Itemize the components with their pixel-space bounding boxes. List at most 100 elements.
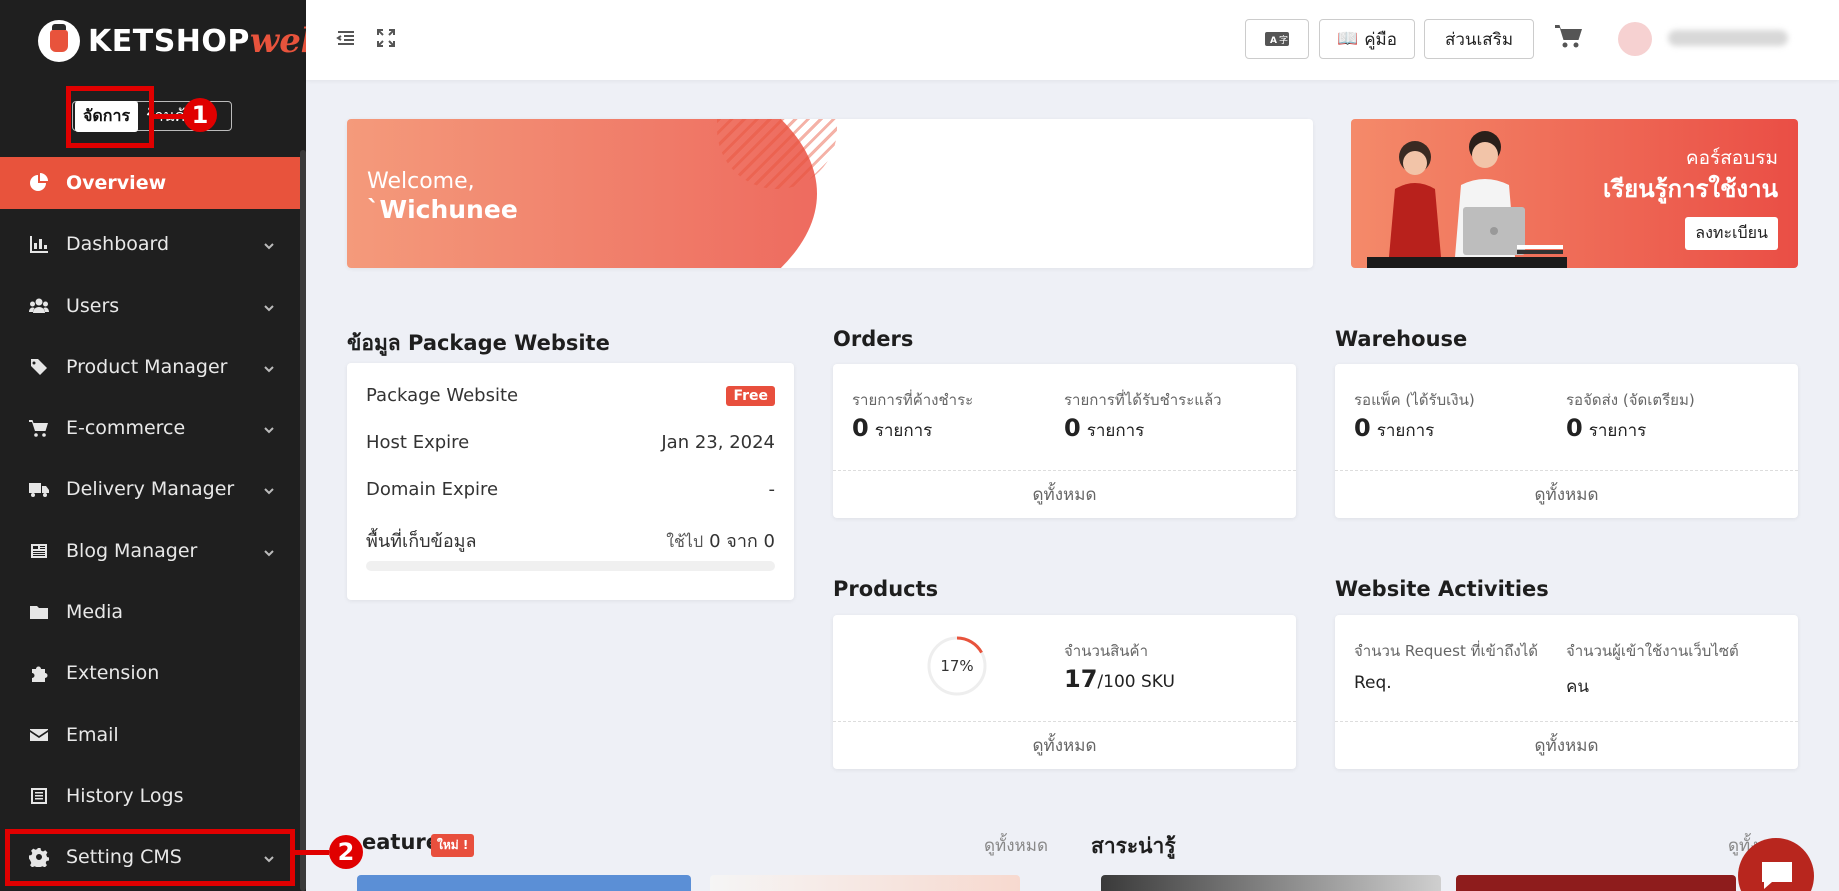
storage-progress-bar [366, 561, 775, 571]
users-icon [28, 295, 50, 317]
book-icon: 📖 [1337, 29, 1359, 49]
warehouse-packing-value: 0 รายการ [1354, 414, 1434, 444]
products-count-suffix: /100 SKU [1097, 672, 1175, 692]
knowledge-section-title: สาระน่ารู้ [1091, 834, 1176, 858]
sidebar-item-label: Product Manager [66, 355, 228, 378]
sidebar-menu: Overview Dashboard Users Product Manager… [0, 157, 300, 891]
chevron-down-icon [262, 481, 276, 495]
fullscreen-icon[interactable] [376, 28, 398, 50]
sidebar-item-history-logs[interactable]: History Logs [0, 770, 300, 822]
storage-used-prefix: ใช้ไป [666, 532, 704, 551]
sidebar-scrollbar[interactable] [300, 150, 306, 891]
highlight-box-step1 [66, 86, 154, 148]
warehouse-shipping-value: 0 รายการ [1566, 414, 1646, 444]
knowledge-thumbnail-1[interactable] [1101, 875, 1441, 891]
sidebar-item-dashboard[interactable]: Dashboard [0, 218, 300, 270]
warehouse-view-all-link[interactable]: ดูทั้งหมด [1335, 470, 1798, 518]
orders-pending-label: รายการที่ค้างชำระ [852, 391, 974, 409]
activities-view-all-link[interactable]: ดูทั้งหมด [1335, 721, 1798, 769]
addon-label: ส่วนเสริม [1444, 29, 1514, 50]
storage-value: 0 จาก 0 [709, 531, 775, 552]
logo-cup-icon [38, 20, 80, 62]
sidebar-item-product-manager[interactable]: Product Manager [0, 341, 300, 393]
warehouse-packing-count: 0 [1354, 414, 1371, 442]
package-row: Package Website Free [366, 385, 775, 406]
course-subtitle: เรียนรู้การใช้งาน [1603, 175, 1778, 203]
activities-request-value: Req. [1354, 673, 1392, 693]
sidebar-item-users[interactable]: Users [0, 280, 300, 332]
user-name-blurred[interactable] [1668, 30, 1788, 46]
highlight-box-step2 [5, 829, 295, 886]
feature-section-title: eature [362, 830, 441, 854]
orders-view-all-link[interactable]: ดูทั้งหมด [833, 470, 1296, 518]
warehouse-section-title: Warehouse [1335, 327, 1468, 351]
topbar: A字 📖 คู่มือ ส่วนเสริม [306, 0, 1839, 80]
chevron-down-icon [262, 543, 276, 557]
addon-button[interactable]: ส่วนเสริม [1424, 19, 1534, 59]
domain-expire-value: - [768, 479, 776, 500]
people-illustration [1367, 131, 1567, 268]
shopping-cart-icon[interactable] [1555, 22, 1585, 52]
storage-value-wrap: ใช้ไป 0 จาก 0 [666, 526, 775, 555]
warehouse-packing-label: รอแพ็ค (ได้รับเงิน) [1354, 391, 1475, 409]
sidebar-item-label: History Logs [66, 784, 184, 807]
step-badge-2: 2 [329, 835, 363, 869]
orders-pending-unit: รายการ [874, 421, 933, 441]
translate-icon: A字 [1265, 32, 1289, 46]
sidebar-item-delivery-manager[interactable]: Delivery Manager [0, 463, 300, 515]
brand-name: KETSHOP [88, 23, 250, 59]
activities-visitors-value: คน [1566, 677, 1589, 697]
sidebar-item-ecommerce[interactable]: E-commerce [0, 402, 300, 454]
activities-card: จำนวน Request ที่เข้าถึงได้ Req. จำนวนผู… [1335, 615, 1798, 769]
manual-button[interactable]: 📖 คู่มือ [1319, 19, 1415, 59]
warehouse-shipping-label: รอจัดส่ง (จัดเตรียม) [1566, 391, 1695, 409]
orders-card: รายการที่ค้างชำระ 0 รายการ รายการที่ได้รั… [833, 364, 1296, 518]
warehouse-packing-unit: รายการ [1376, 421, 1435, 441]
warehouse-card: รอแพ็ค (ได้รับเงิน) 0 รายการ รอจัดส่ง (จั… [1335, 364, 1798, 518]
sidebar-item-email[interactable]: Email [0, 709, 300, 761]
chevron-down-icon [262, 298, 276, 312]
welcome-banner: Welcome, `Wichunee [347, 119, 1313, 268]
feature-view-all-link[interactable]: ดูทั้งหมด [984, 832, 1048, 859]
course-banner[interactable]: คอร์สอบรม เรียนรู้การใช้งาน ลงทะเบียน [1351, 119, 1798, 268]
connector-step2 [293, 850, 329, 855]
svg-text:字: 字 [1279, 34, 1288, 46]
host-expire-row: Host Expire Jan 23, 2024 [366, 432, 775, 453]
feature-thumbnail-2[interactable] [710, 875, 1020, 891]
brand-logo[interactable]: KETSHOP web [38, 18, 325, 64]
package-card: Package Website Free Host Expire Jan 23,… [347, 363, 794, 600]
products-count: 17 [1064, 665, 1098, 693]
sidebar-item-label: Users [66, 294, 120, 317]
feature-thumbnail-1[interactable] [357, 875, 691, 891]
sidebar-item-blog-manager[interactable]: Blog Manager [0, 525, 300, 577]
tags-icon [28, 356, 50, 378]
package-free-badge: Free [726, 385, 775, 406]
knowledge-thumbnail-2[interactable] [1456, 875, 1736, 891]
products-count-value: 17/100 SKU [1064, 665, 1175, 693]
svg-text:A: A [1270, 36, 1277, 46]
sidebar-item-label: Media [66, 601, 124, 624]
activities-request-label: จำนวน Request ที่เข้าถึงได้ [1354, 642, 1538, 660]
activities-section-title: Website Activities [1335, 577, 1549, 601]
sidebar-item-label: Delivery Manager [66, 478, 235, 501]
chat-bubble-icon [1762, 862, 1792, 889]
user-avatar[interactable] [1618, 22, 1652, 56]
products-view-all-link[interactable]: ดูทั้งหมด [833, 721, 1296, 769]
sidebar-item-media[interactable]: Media [0, 586, 300, 638]
welcome-username: `Wichunee [367, 195, 518, 224]
folder-icon [28, 601, 50, 623]
storage-label: พื้นที่เก็บข้อมูล [366, 531, 477, 552]
sidebar-item-extension[interactable]: Extension [0, 647, 300, 699]
newspaper-icon [28, 540, 50, 562]
envelope-icon [28, 724, 50, 746]
warehouse-shipping-count: 0 [1566, 414, 1583, 442]
sidebar-item-label: E-commerce [66, 417, 186, 440]
package-section-title: ข้อมูล Package Website [347, 331, 610, 355]
translate-button[interactable]: A字 [1245, 19, 1309, 59]
register-button[interactable]: ลงทะเบียน [1685, 217, 1778, 250]
orders-paid-value: 0 รายการ [1064, 414, 1144, 444]
sidebar-item-label: Dashboard [66, 233, 170, 256]
sidebar-item-overview[interactable]: Overview [0, 157, 300, 209]
connector-step1 [152, 114, 186, 119]
collapse-sidebar-icon[interactable] [336, 28, 358, 50]
